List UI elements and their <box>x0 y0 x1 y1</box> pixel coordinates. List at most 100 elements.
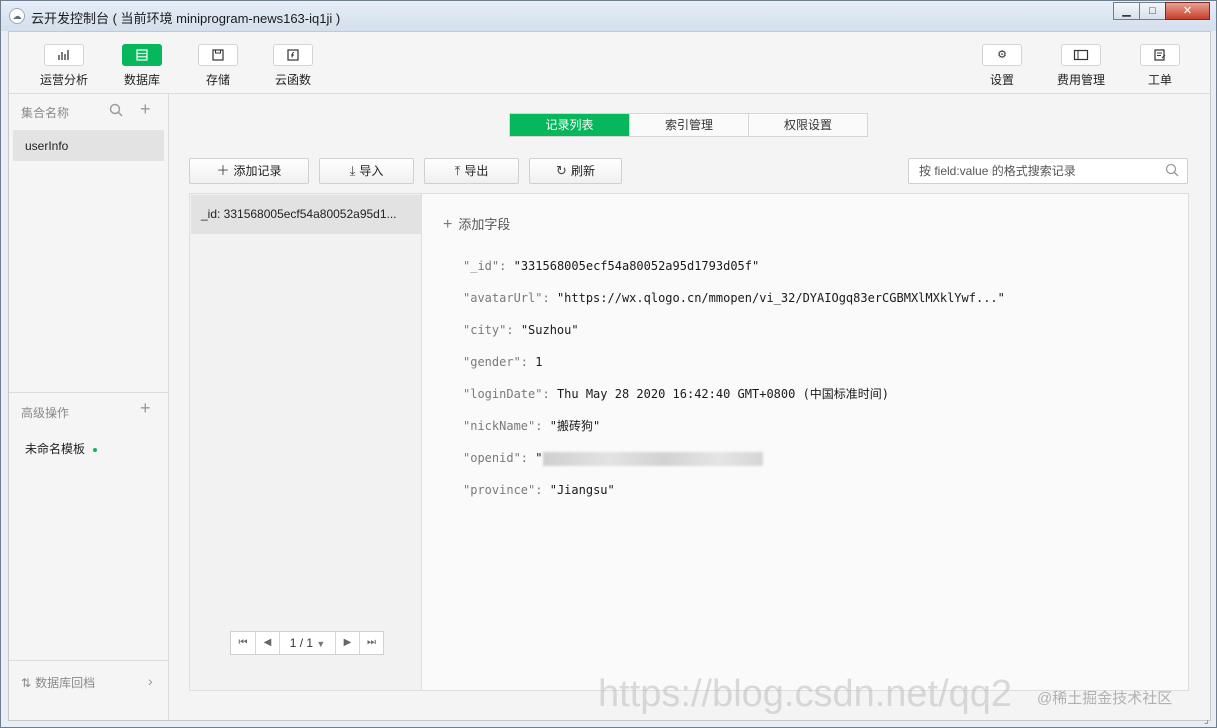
record-search <box>908 158 1188 184</box>
field-row[interactable]: "openid": " <box>463 450 1005 482</box>
tab-permissions[interactable]: 权限设置 <box>748 114 867 136</box>
next-page-icon[interactable]: ▶ <box>335 632 359 654</box>
console-app: 运营分析 数据库 存储 云函数 ⚙ 设置 费用管理 工单 集合名称 + user… <box>8 31 1211 721</box>
toolbar-label: 存储 <box>205 73 230 87</box>
page-indicator: 1 / 1 <box>289 636 314 650</box>
import-button[interactable]: ⤓ 导入 <box>319 158 414 184</box>
field-row[interactable]: "province": "Jiangsu" <box>463 482 1005 514</box>
resize-grip-icon[interactable]: ⌟ <box>1204 715 1214 726</box>
minimize-icon[interactable]: ▁ <box>1113 2 1140 20</box>
tab-indexes[interactable]: 索引管理 <box>629 114 748 136</box>
toolbar-label: 数据库 <box>123 73 160 87</box>
toolbar-label: 运营分析 <box>39 73 88 87</box>
toolbar-label: 工单 <box>1147 73 1172 87</box>
last-page-icon[interactable]: ⏭ <box>359 632 383 654</box>
action-bar: ＋添加记录 ⤓ 导入 ⤒ 导出 ↻ 刷新 <box>189 158 632 184</box>
search-input[interactable] <box>909 159 1149 183</box>
tab-records[interactable]: 记录列表 <box>510 114 629 136</box>
backup-link[interactable]: ⇅ 数据库回档 <box>21 674 95 691</box>
add-template-icon[interactable]: + <box>140 399 151 417</box>
field-row[interactable]: "loginDate": Thu May 28 2020 16:42:40 GM… <box>463 386 1005 418</box>
top-toolbar: 运营分析 数据库 存储 云函数 ⚙ 设置 费用管理 工单 <box>9 32 1210 94</box>
add-record-button[interactable]: ＋添加记录 <box>189 158 309 184</box>
collection-sidebar: 集合名称 + userInfo 高级操作 + 未命名模板 ⇅ 数据库回档 › <box>9 94 169 720</box>
bar-chart-icon <box>44 44 84 66</box>
toolbar-label: 费用管理 <box>1056 73 1105 87</box>
chevron-down-icon: ▼ <box>316 639 326 649</box>
first-page-icon[interactable]: ⏮ <box>231 632 255 654</box>
field-value: 1 <box>535 355 543 369</box>
field-key: "openid": <box>463 451 529 465</box>
field-list: "_id": "331568005ecf54a80052a95d1793d05f… <box>463 258 1005 514</box>
record-detail: + 添加字段 "_id": "331568005ecf54a80052a95d17… <box>423 194 1188 690</box>
window-controls: ▁ □ ✕ <box>1113 2 1210 20</box>
field-value: "Suzhou" <box>520 323 579 337</box>
field-row[interactable]: "_id": "331568005ecf54a80052a95d1793d05f… <box>463 258 1005 290</box>
database-icon <box>122 44 162 66</box>
ticket-icon <box>1140 44 1180 66</box>
field-row[interactable]: "avatarUrl": "https://wx.qlogo.cn/mmopen… <box>463 290 1005 322</box>
app-window: ☁ 云开发控制台 ( 当前环境 miniprogram-news163-iq1j… <box>0 0 1217 728</box>
window-title: 云开发控制台 ( 当前环境 miniprogram-news163-iq1ji … <box>31 11 341 26</box>
field-row[interactable]: "city": "Suzhou" <box>463 322 1005 354</box>
toolbar-functions[interactable]: 云函数 <box>258 44 328 88</box>
import-label: 导入 <box>359 164 384 178</box>
collection-item-userinfo[interactable]: userInfo <box>13 130 164 161</box>
field-value: "https://wx.qlogo.cn/mmopen/vi_32/DYAIOg… <box>556 291 1005 305</box>
add-field-button[interactable]: + 添加字段 <box>443 214 510 234</box>
plus-icon: ＋ <box>216 163 230 178</box>
field-row[interactable]: "gender": 1 <box>463 354 1005 386</box>
field-key: "loginDate": <box>463 387 550 401</box>
save-icon <box>198 44 238 66</box>
field-row[interactable]: "nickName": "搬砖狗" <box>463 418 1005 450</box>
tab-bar: 记录列表 索引管理 权限设置 <box>509 113 868 137</box>
field-key: "_id": <box>463 259 507 273</box>
records-panel: _id: 331568005ecf54a80052a95d1... ⏮ ◀ 1 … <box>189 193 1189 691</box>
page-select[interactable]: 1 / 1 ▼ <box>279 632 335 654</box>
chevron-right-icon[interactable]: › <box>148 674 153 689</box>
add-collection-icon[interactable]: + <box>140 100 151 118</box>
prev-page-icon[interactable]: ◀ <box>255 632 279 654</box>
refresh-label: 刷新 <box>570 164 595 178</box>
field-value: "331568005ecf54a80052a95d1793d05f" <box>513 259 760 273</box>
export-button[interactable]: ⤒ 导出 <box>424 158 519 184</box>
refresh-button[interactable]: ↻ 刷新 <box>529 158 622 184</box>
field-key: "city": <box>463 323 514 337</box>
template-label: 未命名模板 <box>25 442 86 456</box>
toolbar-database[interactable]: 数据库 <box>107 44 177 88</box>
field-key: "nickName": <box>463 419 543 433</box>
title-bar[interactable]: ☁ 云开发控制台 ( 当前环境 miniprogram-news163-iq1j… <box>1 1 1216 31</box>
function-icon <box>273 44 313 66</box>
main-content: 记录列表 索引管理 权限设置 ＋添加记录 ⤓ 导入 ⤒ 导出 ↻ 刷新 按 fi… <box>169 94 1210 720</box>
toolbar-analytics[interactable]: 运营分析 <box>29 44 99 88</box>
gear-icon: ⚙ <box>982 44 1022 66</box>
watermark-brand: @稀土掘金技术社区 <box>1037 690 1173 707</box>
export-label: 导出 <box>464 164 489 178</box>
search-icon[interactable] <box>1165 163 1179 177</box>
wallet-icon <box>1061 44 1101 66</box>
template-item[interactable]: 未命名模板 <box>25 440 98 457</box>
add-record-label: 添加记录 <box>233 164 282 178</box>
plus-icon: + <box>443 216 453 233</box>
upload-icon: ⤒ <box>454 163 461 178</box>
maximize-icon[interactable]: □ <box>1139 2 1166 20</box>
search-icon[interactable] <box>109 103 123 120</box>
field-key: "province": <box>463 483 543 497</box>
toolbar-tickets[interactable]: 工单 <box>1125 44 1195 88</box>
field-value: Thu May 28 2020 16:42:40 GMT+0800 (中国标准时… <box>556 387 890 401</box>
close-icon[interactable]: ✕ <box>1165 2 1210 20</box>
redacted-value <box>542 451 763 466</box>
download-icon: ⤓ <box>349 163 356 178</box>
watermark-url: https://blog.csdn.net/qq2 <box>598 673 1013 715</box>
pagination: ⏮ ◀ 1 / 1 ▼ ▶ ⏭ <box>230 631 384 655</box>
record-item[interactable]: _id: 331568005ecf54a80052a95d1... <box>191 195 421 234</box>
toolbar-storage[interactable]: 存储 <box>183 44 253 88</box>
toolbar-settings[interactable]: ⚙ 设置 <box>967 44 1037 88</box>
toolbar-billing[interactable]: 费用管理 <box>1046 44 1116 88</box>
toolbar-label: 云函数 <box>274 73 311 87</box>
backup-bar[interactable]: ⇅ 数据库回档 › <box>9 660 168 720</box>
field-value: " <box>535 451 543 465</box>
refresh-icon: ↻ <box>556 163 567 178</box>
field-key: "gender": <box>463 355 529 369</box>
collection-header: 集合名称 <box>21 106 70 120</box>
